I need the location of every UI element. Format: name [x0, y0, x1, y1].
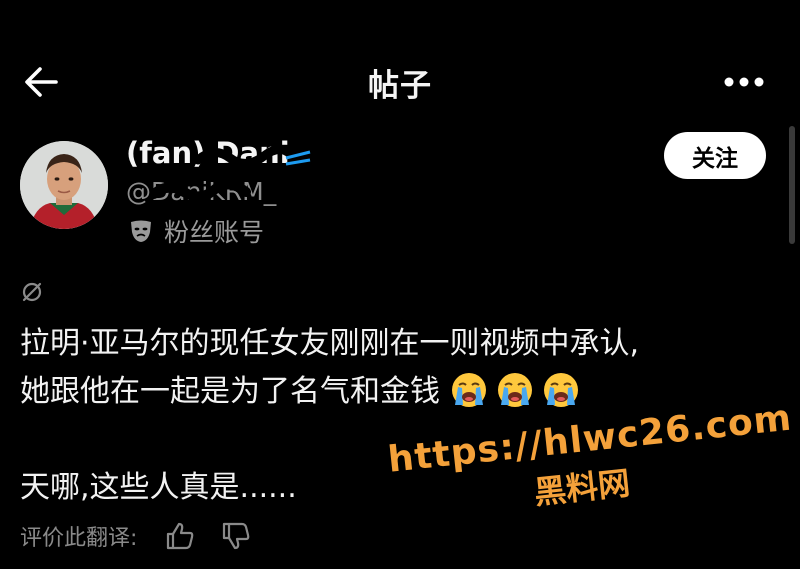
loudly-crying-face-icon — [497, 373, 532, 407]
post-text-line: 拉明·亚马尔的现任女友刚刚在一则视频中承认, — [20, 326, 640, 361]
more-horizontal-icon — [724, 77, 764, 87]
emoji-group — [450, 373, 588, 409]
thumbs-up-icon[interactable] — [165, 521, 195, 551]
rate-translation-label: 评价此翻译: — [20, 526, 138, 551]
thumbs-down-icon[interactable] — [221, 521, 251, 551]
loudly-crying-face-icon — [451, 373, 486, 407]
post-text-line: 她跟他在一起是为了名气和金钱 — [20, 368, 780, 416]
page-title: 帖子 — [368, 68, 432, 104]
top-nav-bar: 帖子 — [0, 0, 800, 125]
post-text: 她跟他在一起是为了名气和金钱 — [20, 374, 440, 409]
redaction-scribble — [150, 179, 251, 202]
more-options-button[interactable] — [722, 70, 766, 94]
loudly-crying-face-icon — [543, 373, 578, 407]
translation-rating: 评价此翻译: — [20, 518, 277, 554]
fan-account-badge: 粉丝账号 — [128, 216, 265, 247]
theater-mask-icon — [131, 220, 151, 242]
redaction-scribble — [194, 145, 311, 168]
avatar[interactable] — [20, 141, 108, 229]
translate-indicator-icon — [22, 282, 42, 302]
scrollbar[interactable] — [789, 126, 795, 244]
fan-account-label: 粉丝账号 — [164, 218, 265, 247]
follow-button[interactable]: 关注 — [664, 132, 766, 179]
avatar-image — [20, 141, 108, 229]
